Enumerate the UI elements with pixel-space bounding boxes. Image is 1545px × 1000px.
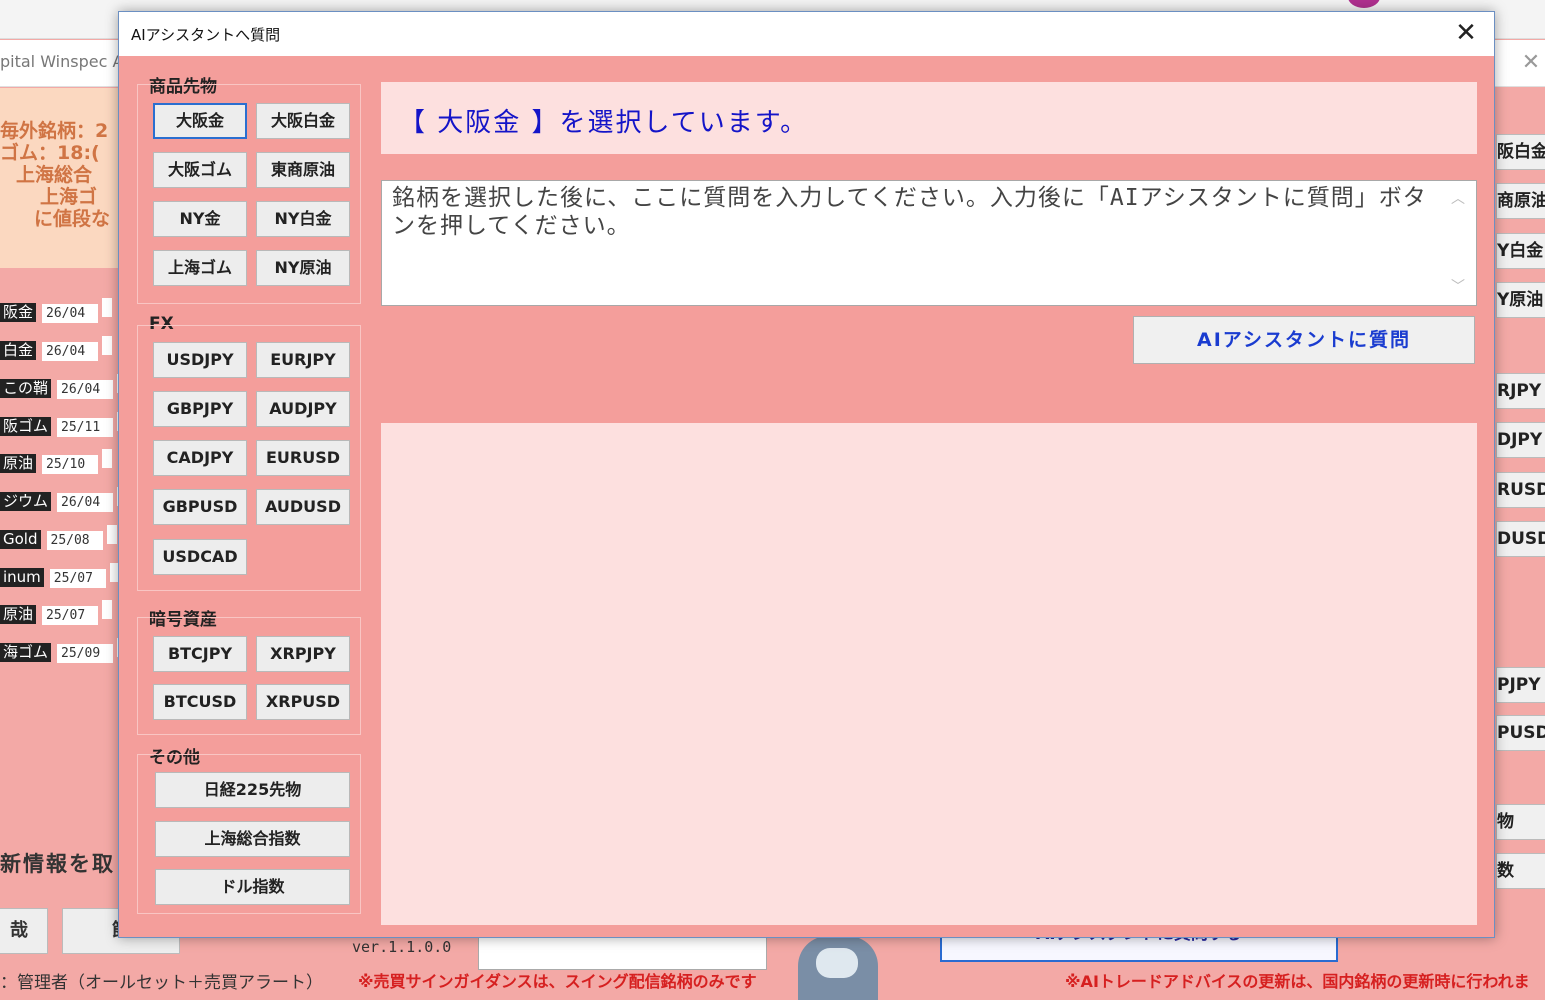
- symbol-button-usdcad[interactable]: USDCAD: [153, 539, 247, 575]
- background-symbol-button[interactable]: RUSD: [1496, 472, 1545, 508]
- symbol-button-usdjpy[interactable]: USDJPY: [153, 342, 247, 378]
- selected-symbol-panel: 【 大阪金 】を選択しています。: [381, 82, 1477, 154]
- background-warning-update: ※AIトレードアドバイスの更新は、国内銘柄の更新時に行われま: [1065, 972, 1530, 991]
- symbol-button-audjpy[interactable]: AUDJPY: [256, 391, 350, 427]
- background-symbol-button[interactable]: 数: [1496, 853, 1545, 889]
- robot-mascot-image: [798, 936, 878, 1000]
- background-symbol-button[interactable]: Y白金: [1496, 233, 1545, 269]
- selected-symbol-text: 【 大阪金 】を選択しています。: [399, 108, 809, 138]
- symbol-button-osaka-gold[interactable]: 大阪金: [153, 103, 247, 139]
- symbol-button-shanghai-composite[interactable]: 上海総合指数: [155, 821, 350, 857]
- symbol-button-dollar-index[interactable]: ドル指数: [155, 869, 350, 905]
- info-line: ゴム：18:(: [0, 142, 100, 164]
- symbol-button-nikkei225[interactable]: 日経225先物: [155, 772, 350, 808]
- background-input[interactable]: [478, 935, 767, 970]
- ai-assistant-dialog: AIアシスタントへ質問 ✕ 商品先物 大阪金 大阪白金 大阪ゴム 東商原油 NY…: [118, 11, 1495, 938]
- symbol-button-xrpusd[interactable]: XRPUSD: [256, 684, 350, 720]
- background-symbol-button[interactable]: Y原油: [1496, 282, 1545, 318]
- symbol-button-btcjpy[interactable]: BTCJPY: [153, 636, 247, 672]
- background-symbol-button[interactable]: 物: [1496, 804, 1545, 840]
- background-symbol-button[interactable]: 商原油: [1496, 183, 1545, 219]
- answer-output-area[interactable]: [381, 423, 1477, 925]
- scroll-up-icon[interactable]: ︿: [1451, 185, 1466, 213]
- symbol-row[interactable]: 白金 26/04: [0, 336, 113, 361]
- symbol-button-shanghai-rubber[interactable]: 上海ゴム: [153, 250, 247, 286]
- ask-ai-assistant-button[interactable]: AIアシスタントに質問: [1133, 316, 1475, 364]
- symbol-button-xrpjpy[interactable]: XRPJPY: [256, 636, 350, 672]
- symbol-button-ny-crude[interactable]: NY原油: [256, 250, 350, 286]
- symbol-button-osaka-rubber[interactable]: 大阪ゴム: [153, 152, 247, 188]
- background-version: ver.1.1.0.0: [352, 938, 452, 956]
- symbol-button-ny-platinum[interactable]: NY白金: [256, 201, 350, 237]
- background-button[interactable]: 哉: [0, 908, 48, 954]
- symbol-row[interactable]: 阪ゴム 25/11: [0, 412, 128, 437]
- close-icon[interactable]: ✕: [1448, 16, 1484, 52]
- symbol-button-ny-gold[interactable]: NY金: [153, 201, 247, 237]
- background-symbol-button[interactable]: DJPY: [1496, 422, 1545, 458]
- background-symbol-button[interactable]: DUSD: [1496, 521, 1545, 557]
- background-fetch-info-label: 新情報を取: [0, 852, 115, 876]
- symbol-button-gbpusd[interactable]: GBPUSD: [153, 489, 247, 525]
- symbol-row[interactable]: この鞘 26/04: [0, 374, 128, 399]
- dialog-titlebar: AIアシスタントへ質問 ✕: [119, 12, 1494, 56]
- dialog-title: AIアシスタントへ質問: [131, 26, 281, 44]
- symbol-button-cadjpy[interactable]: CADJPY: [153, 440, 247, 476]
- background-close-icon[interactable]: ✕: [1519, 50, 1543, 75]
- symbol-button-audusd[interactable]: AUDUSD: [256, 489, 350, 525]
- symbol-row[interactable]: 原油 25/07: [0, 600, 113, 625]
- scroll-down-icon[interactable]: ﹀: [1451, 273, 1466, 301]
- symbol-row[interactable]: Gold 25/08: [0, 525, 117, 550]
- info-line: 上海ゴ: [40, 186, 98, 208]
- background-info-box: 毎外銘柄：2 ゴム：18:( 上海総合 上海ゴ に値段な: [0, 88, 120, 268]
- symbol-row[interactable]: inum 25/07: [0, 563, 120, 588]
- info-line: 毎外銘柄：2: [0, 120, 109, 142]
- question-input-text: 銘柄を選択した後に、ここに質問を入力してください。入力後に「AIアシスタントに質…: [392, 185, 1427, 239]
- symbol-row[interactable]: 阪金 26/04: [0, 298, 113, 323]
- symbol-button-osaka-platinum[interactable]: 大阪白金: [256, 103, 350, 139]
- symbol-button-tocom-crude[interactable]: 東商原油: [256, 152, 350, 188]
- info-line: 上海総合: [16, 164, 93, 186]
- symbol-button-btcusd[interactable]: BTCUSD: [153, 684, 247, 720]
- question-input[interactable]: 銘柄を選択した後に、ここに質問を入力してください。入力後に「AIアシスタントに質…: [381, 180, 1477, 306]
- background-window-title: pital Winspec A: [0, 52, 124, 71]
- background-user-status: ：管理者（オールセット＋売買アラート）: [0, 973, 323, 993]
- symbol-row[interactable]: ジウム 26/04: [0, 487, 128, 512]
- symbol-button-eurusd[interactable]: EURUSD: [256, 440, 350, 476]
- background-symbol-button[interactable]: 阪白金: [1496, 134, 1545, 170]
- background-symbol-button[interactable]: PJPY: [1496, 667, 1545, 703]
- symbol-row[interactable]: 原油 25/10: [0, 449, 113, 474]
- background-symbol-button[interactable]: RJPY: [1496, 373, 1545, 409]
- symbol-button-gbpjpy[interactable]: GBPJPY: [153, 391, 247, 427]
- symbol-button-eurjpy[interactable]: EURJPY: [256, 342, 350, 378]
- background-warning-signals: ※売買サインガイダンスは、スイング配信銘柄のみです: [358, 972, 757, 991]
- symbol-row[interactable]: 海ゴム 25/09: [0, 638, 128, 663]
- info-line: に値段な: [34, 208, 111, 230]
- background-symbol-button[interactable]: PUSD: [1496, 715, 1545, 751]
